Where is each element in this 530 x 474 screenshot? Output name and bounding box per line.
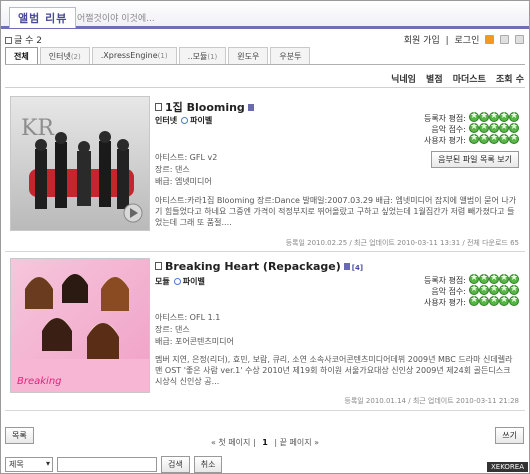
tab-windows[interactable]: 윈도우	[228, 47, 269, 64]
search-bar: 제목 검색 취소	[5, 456, 223, 473]
review-meta: 아티스트: GFL v2 장르: 댄스 배급: 엠넷미디어	[155, 153, 218, 186]
star-icon	[469, 122, 479, 133]
search-target-select[interactable]: 제목	[5, 457, 53, 472]
search-input[interactable]	[57, 457, 157, 472]
album-icon	[155, 103, 162, 111]
list-view-icon[interactable]	[500, 35, 510, 44]
brand-badge: XEKOREA	[486, 462, 528, 472]
board-subtitle: 어쩔것이야 이것에...	[77, 14, 155, 24]
star-icon	[479, 122, 489, 133]
star-rating[interactable]	[469, 133, 519, 147]
ratings-block: 등록자 평점: 음악 점수: 사용자 평가:	[424, 111, 519, 147]
sort-options: 닉네임 별점 마더스트 조회 수	[384, 72, 524, 85]
album-cover-art: Breaking	[11, 259, 149, 392]
tab-module[interactable]: ..모듈(1)	[178, 47, 227, 64]
signup-link[interactable]: 회원 가입	[404, 36, 440, 46]
star-icon	[469, 133, 479, 144]
review-title[interactable]: 1집 Blooming	[155, 99, 254, 115]
review-meta: 아티스트: OFL 1.1 장르: 댄스 배급: 포어콘텐츠미디어	[155, 313, 234, 346]
info-icon	[173, 278, 181, 285]
tab-divider	[5, 64, 525, 65]
login-link[interactable]: 로그인	[455, 36, 480, 46]
star-icon	[489, 122, 499, 133]
last-page-link[interactable]: 끝 페이지 »	[280, 438, 319, 447]
album-cover-image[interactable]: Breaking	[10, 258, 150, 393]
review-item: KR 1집 Blooming 인터넷파이벨 등록자 평점: 음악 점수: 사용자…	[5, 92, 525, 252]
search-button[interactable]: 검색	[161, 456, 190, 473]
star-icon	[469, 284, 479, 295]
star-icon	[479, 273, 489, 284]
gallery-view-icon[interactable]	[515, 35, 524, 44]
star-icon	[469, 295, 479, 306]
tab-all[interactable]: 전체	[5, 47, 38, 64]
star-icon	[489, 133, 499, 144]
star-icon	[509, 133, 519, 144]
review-category: 모듈 파이벨	[155, 277, 205, 286]
cancel-button[interactable]: 취소	[193, 456, 223, 473]
document-icon	[5, 37, 12, 44]
star-icon	[479, 284, 489, 295]
review-category: 인터넷 파이벨	[155, 116, 213, 125]
tab-ubuntu[interactable]: 우분투	[270, 47, 311, 64]
sort-star[interactable]: 별점	[426, 75, 443, 85]
star-icon	[499, 133, 509, 144]
star-icon	[479, 133, 489, 144]
star-icon	[509, 284, 519, 295]
review-divider	[5, 251, 525, 252]
svg-text:KR: KR	[21, 116, 55, 141]
category-tabs: 전체 인터넷(2) .XpressEngine(1) ..모듈(1) 윈도우 우…	[5, 47, 312, 65]
svg-text:Breaking: Breaking	[17, 376, 62, 387]
sort-title[interactable]: 마더스트	[453, 75, 486, 85]
post-count-label: 글 수 2	[14, 36, 43, 46]
info-icon	[181, 117, 189, 124]
star-icon	[469, 273, 479, 284]
review-description: 아티스트:카라1집 Blooming 장르:Dance 발매일:2007.03.…	[155, 196, 517, 227]
star-icon	[509, 111, 519, 122]
tab-internet[interactable]: 인터넷(2)	[39, 47, 90, 64]
review-footer: 등록일 2010.01.14 / 최근 업데이트 2010-03-11 21:2…	[344, 397, 519, 405]
view-files-button[interactable]: 음부된 파일 목록 보기	[431, 151, 519, 168]
first-page-link[interactable]: « 첫 페이지	[211, 438, 250, 447]
star-icon	[499, 273, 509, 284]
star-icon	[499, 284, 509, 295]
star-icon	[479, 111, 489, 122]
album-cover-art: KR	[11, 97, 149, 230]
review-description: 멤버 지연, 은정(리더), 효민, 보람, 큐리, 소연 소속사코어콘텐츠미디…	[155, 355, 513, 386]
review-title[interactable]: Breaking Heart (Repackage) [4]	[155, 260, 363, 273]
board-header: 앨범 리뷰 어쩔것이야 이것에...	[1, 1, 529, 29]
star-icon	[509, 295, 519, 306]
rating-row: 사용자 평가:	[424, 295, 519, 309]
star-icon	[499, 295, 509, 306]
rating-row: 사용자 평가:	[424, 133, 519, 147]
top-links: 회원 가입 | 로그인	[401, 33, 524, 46]
tab-xpressengine[interactable]: .XpressEngine(1)	[91, 47, 177, 64]
star-icon	[509, 273, 519, 284]
review-item: Breaking Breaking Heart (Repackage) [4] 모…	[5, 254, 525, 414]
review-divider	[5, 410, 525, 411]
review-footer: 등록일 2010.02.25 / 최근 업데이트 2010-03-11 13:3…	[285, 239, 519, 247]
star-icon	[489, 273, 499, 284]
star-icon	[499, 122, 509, 133]
star-icon	[489, 111, 499, 122]
current-page[interactable]: 1	[262, 438, 268, 447]
album-icon	[155, 262, 162, 270]
star-icon	[489, 295, 499, 306]
sort-nickname[interactable]: 닉네임	[391, 75, 416, 85]
board-title: 앨범 리뷰	[9, 7, 77, 28]
star-icon	[499, 111, 509, 122]
post-count: 글 수 2	[5, 33, 42, 46]
star-rating[interactable]	[469, 295, 519, 309]
star-icon	[479, 295, 489, 306]
pagination: « 첫 페이지 | 1 | 끝 페이지 »	[210, 438, 319, 447]
album-cover-image[interactable]: KR	[10, 96, 150, 231]
sort-views[interactable]: 조회 수	[496, 75, 524, 85]
file-icon	[247, 104, 254, 111]
sort-divider	[5, 87, 525, 88]
file-icon	[343, 263, 350, 270]
star-icon	[469, 111, 479, 122]
ratings-block: 등록자 평점: 음악 점수: 사용자 평가:	[424, 273, 519, 309]
rss-icon[interactable]	[485, 35, 495, 44]
star-icon	[489, 284, 499, 295]
star-icon	[509, 122, 519, 133]
